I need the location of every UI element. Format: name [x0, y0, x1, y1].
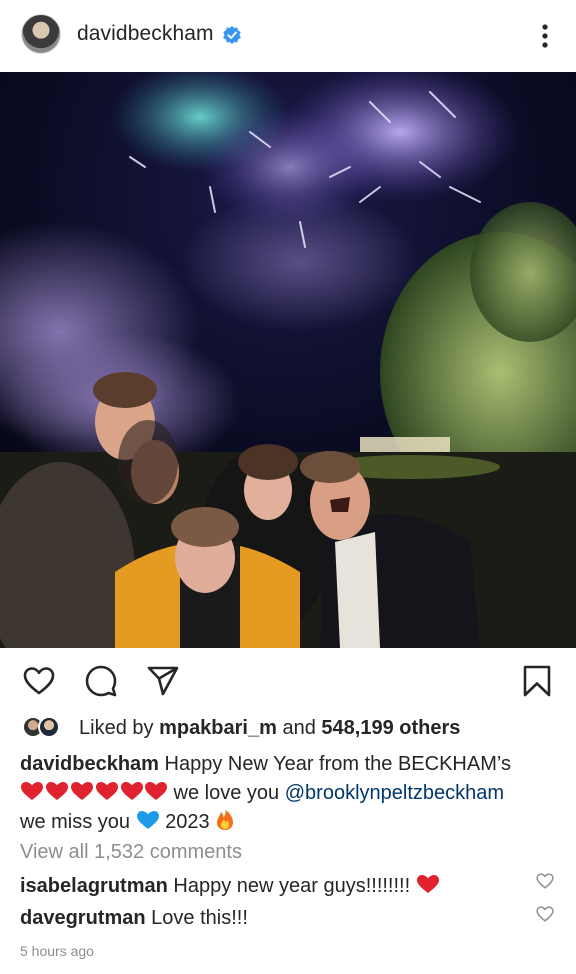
post-header: davidbeckham [0, 0, 576, 72]
caption-text-line3: we miss you [20, 811, 136, 833]
fire-emoji [217, 810, 234, 830]
caption-text-line1: Happy New Year from the BECKHAM’s [158, 753, 511, 775]
caption-text-line2: we love you [168, 782, 285, 804]
send-icon[interactable] [146, 664, 180, 698]
red-heart-emoji [416, 875, 439, 893]
liker-avatar [38, 716, 60, 738]
post-timestamp: 5 hours ago [20, 943, 94, 959]
comment-row: isabelagrutman Happy new year guys!!!!!!… [20, 873, 440, 898]
caption-mention-link[interactable]: @brooklynpeltzbeckham [285, 782, 504, 804]
likes-summary[interactable]: Liked by mpakbari_m and 548,199 others [20, 716, 560, 740]
comment-text: Happy new year guys!!!!!!!! [167, 875, 416, 897]
post-photo[interactable] [0, 72, 576, 648]
likes-prefix: Liked by [79, 717, 160, 739]
comment-username[interactable]: davegrutman [20, 907, 146, 929]
post-username[interactable]: davidbeckham [77, 22, 214, 46]
liker-username[interactable]: mpakbari_m [159, 717, 277, 739]
heart-outline-icon[interactable] [22, 664, 56, 698]
caption-username[interactable]: davidbeckham [20, 753, 159, 775]
likes-count[interactable]: 548,199 others [321, 717, 460, 739]
profile-avatar[interactable] [21, 14, 61, 54]
view-all-comments-link[interactable]: View all 1,532 comments [20, 841, 242, 864]
blue-heart-emoji [136, 811, 159, 829]
comment-like-heart-icon[interactable] [536, 905, 554, 923]
post-caption: davidbeckham Happy New Year from the BEC… [20, 750, 560, 837]
verified-badge-icon [223, 26, 241, 44]
comment-row: davegrutman Love this!!! [20, 907, 248, 930]
more-options-icon[interactable] [535, 22, 555, 50]
caption-year: 2023 [159, 811, 216, 833]
comment-like-heart-icon[interactable] [536, 872, 554, 890]
comment-username[interactable]: isabelagrutman [20, 875, 168, 897]
likes-middle: and [276, 717, 322, 739]
red-hearts-emoji [21, 782, 167, 800]
bookmark-icon[interactable] [520, 664, 554, 698]
likes-text: Liked by mpakbari_m and 548,199 others [79, 717, 460, 740]
comment-text: Love this!!! [145, 907, 248, 929]
comment-icon[interactable] [84, 664, 118, 698]
action-bar [0, 648, 576, 712]
